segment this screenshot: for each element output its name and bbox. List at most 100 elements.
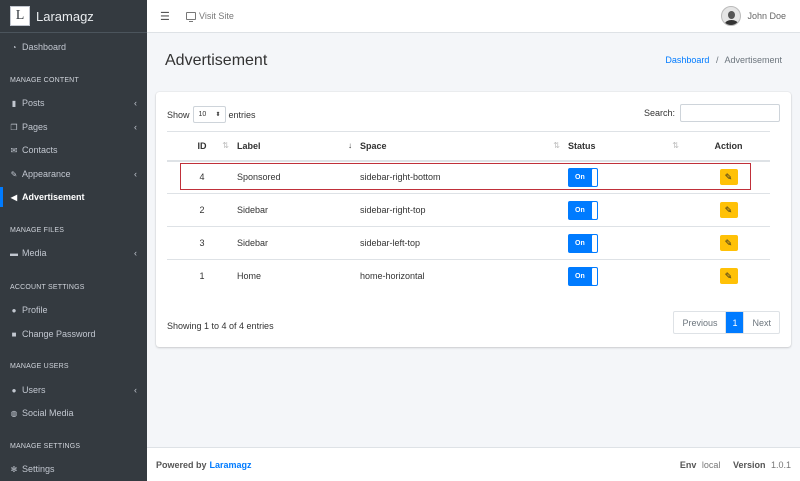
edit-button[interactable]: ✎ — [719, 268, 738, 285]
cell-status: On — [568, 193, 687, 227]
column-header-label[interactable]: Label ↓ — [237, 131, 360, 162]
cell-id: 1 — [167, 259, 237, 293]
breadcrumb-dashboard-link[interactable]: Dashboard — [665, 55, 709, 65]
sidebar-item-contacts[interactable]: ✉ Contacts — [0, 140, 147, 160]
cell-id: 4 — [167, 160, 237, 194]
sidebar-item-label: Contacts — [22, 145, 58, 155]
lock-icon: ■ — [11, 329, 17, 339]
brand-logo: L — [10, 6, 30, 26]
pages-icon: ❐ — [10, 122, 18, 132]
chevron-left-icon: ‹ — [134, 385, 137, 395]
sidebar-item-label: Users — [22, 385, 46, 395]
sidebar-item-appearance[interactable]: ✎ Appearance ‹ — [0, 164, 147, 184]
column-header-space[interactable]: Space ⇅ — [360, 131, 568, 162]
show-label: Show — [167, 109, 190, 120]
search-input[interactable] — [680, 104, 780, 122]
status-toggle[interactable]: On — [568, 200, 598, 220]
sidebar-item-dashboard[interactable]: ◔ Dashboard — [0, 37, 147, 57]
tachometer-icon: ◔ — [11, 42, 17, 52]
table-row: 3 Sidebar sidebar-left-top On ✎ — [167, 226, 770, 260]
pencil-icon: ✎ — [724, 172, 733, 183]
edit-button[interactable]: ✎ — [719, 235, 738, 251]
sidebar-item-label: Social Media — [22, 408, 74, 418]
user-icon: ● — [11, 305, 17, 315]
sidebar-item-label: Change Password — [22, 329, 96, 339]
version-value: 1.0.1 — [770, 459, 791, 470]
cell-id: 2 — [167, 193, 237, 227]
pencil-icon: ✎ — [724, 205, 733, 215]
sidebar-item-media[interactable]: ▬ Media ‹ — [0, 243, 147, 263]
select-arrows-icon: ⬍ — [215, 112, 221, 118]
chevron-left-icon: ‹ — [134, 169, 137, 179]
cell-action: ✎ — [687, 193, 770, 227]
column-action-label: Action — [714, 140, 743, 151]
sort-icon: ⇅ — [553, 140, 560, 150]
search-control: Search: — [644, 104, 780, 122]
pagination-previous[interactable]: Previous — [674, 312, 725, 333]
sidebar-item-label: Media — [22, 248, 47, 258]
nav-header-manage-settings: MANAGE SETTINGS — [10, 443, 81, 450]
entries-length-control: Show 10 ⬍ entries — [167, 106, 256, 123]
footer-version-info: Env local Version 1.0.1 — [680, 460, 791, 470]
cell-space: sidebar-right-top — [360, 193, 568, 227]
breadcrumb-current: Advertisement — [724, 55, 782, 65]
chevron-left-icon: ‹ — [134, 122, 137, 132]
pagination-next[interactable]: Next — [743, 312, 779, 333]
cell-space: sidebar-left-top — [360, 226, 568, 260]
sidebar-item-label: Posts — [22, 98, 45, 108]
user-menu[interactable]: John Doe — [721, 6, 786, 26]
brand[interactable]: L Laramagz — [0, 0, 147, 33]
status-toggle[interactable]: On — [568, 233, 598, 253]
edit-button[interactable]: ✎ — [719, 202, 738, 218]
hamburger-menu-icon[interactable]: ☰ — [160, 10, 172, 23]
sidebar-item-label: Dashboard — [22, 42, 67, 52]
page-title: Advertisement — [165, 52, 268, 69]
column-header-id[interactable]: ID ⇅ — [167, 131, 237, 162]
entries-select-value: 10 — [198, 111, 207, 118]
edit-button[interactable]: ✎ — [719, 169, 738, 186]
cell-id: 3 — [167, 226, 237, 260]
sidebar-item-advertisement[interactable]: ◀ Advertisement — [0, 187, 147, 207]
pagination-page-1[interactable]: 1 — [725, 312, 744, 333]
sidebar-item-change-password[interactable]: ■ Change Password — [0, 324, 147, 344]
table-row: 4 Sponsored sidebar-right-bottom On ✎ — [167, 160, 770, 194]
cogs-icon: ✻ — [10, 464, 18, 474]
cell-space: sidebar-right-bottom — [360, 160, 568, 194]
nav-header-manage-files: MANAGE FILES — [10, 227, 65, 234]
cell-status: On — [568, 259, 687, 293]
env-label: Env — [679, 459, 697, 470]
brand-name: Laramagz — [36, 8, 94, 24]
version-label: Version — [732, 459, 766, 470]
nav-header-account-settings: ACCOUNT SETTINGS — [10, 284, 85, 291]
advertisement-card: Show 10 ⬍ entries Search: ID ⇅ Label ↓ Spa… — [156, 92, 791, 347]
cell-action: ✎ — [687, 226, 770, 260]
column-header-status[interactable]: Status ⇅ — [568, 131, 687, 162]
breadcrumb: Dashboard / Advertisement — [665, 55, 782, 65]
visit-site-link[interactable]: Visit Site — [186, 11, 234, 22]
cell-label: Sponsored — [237, 160, 360, 194]
sidebar-item-posts[interactable]: ▮ Posts ‹ — [0, 93, 147, 113]
breadcrumb-separator: / — [715, 55, 719, 65]
sidebar-item-profile[interactable]: ● Profile — [0, 300, 147, 320]
nav-header-manage-users: MANAGE USERS — [10, 363, 69, 370]
entries-select[interactable]: 10 ⬍ — [192, 106, 226, 123]
topbar: ☰ Visit Site John Doe — [147, 0, 800, 33]
sidebar-item-label: Pages — [22, 122, 48, 132]
cell-label: Sidebar — [237, 226, 360, 260]
sidebar-item-pages[interactable]: ❐ Pages ‹ — [0, 117, 147, 137]
status-toggle[interactable]: On — [568, 167, 598, 187]
column-header-action: Action — [687, 131, 770, 162]
footer-powered-label: Powered by — [156, 459, 207, 470]
cell-label: Home — [237, 259, 360, 293]
column-label-label: Label — [237, 140, 261, 151]
cell-status: On — [568, 226, 687, 260]
footer: Powered by Laramagz Env local Version 1.… — [147, 447, 800, 481]
status-toggle[interactable]: On — [568, 266, 598, 286]
sidebar-item-social-media[interactable]: ◍ Social Media — [0, 403, 147, 423]
footer-brand-link[interactable]: Laramagz — [210, 460, 252, 470]
sidebar-item-users[interactable]: ● Users ‹ — [0, 380, 147, 400]
chevron-left-icon: ‹ — [134, 98, 137, 108]
chevron-left-icon: ‹ — [134, 248, 137, 258]
sidebar-item-settings[interactable]: ✻ Settings — [0, 459, 147, 479]
pagination: Previous 1 Next — [673, 311, 780, 334]
